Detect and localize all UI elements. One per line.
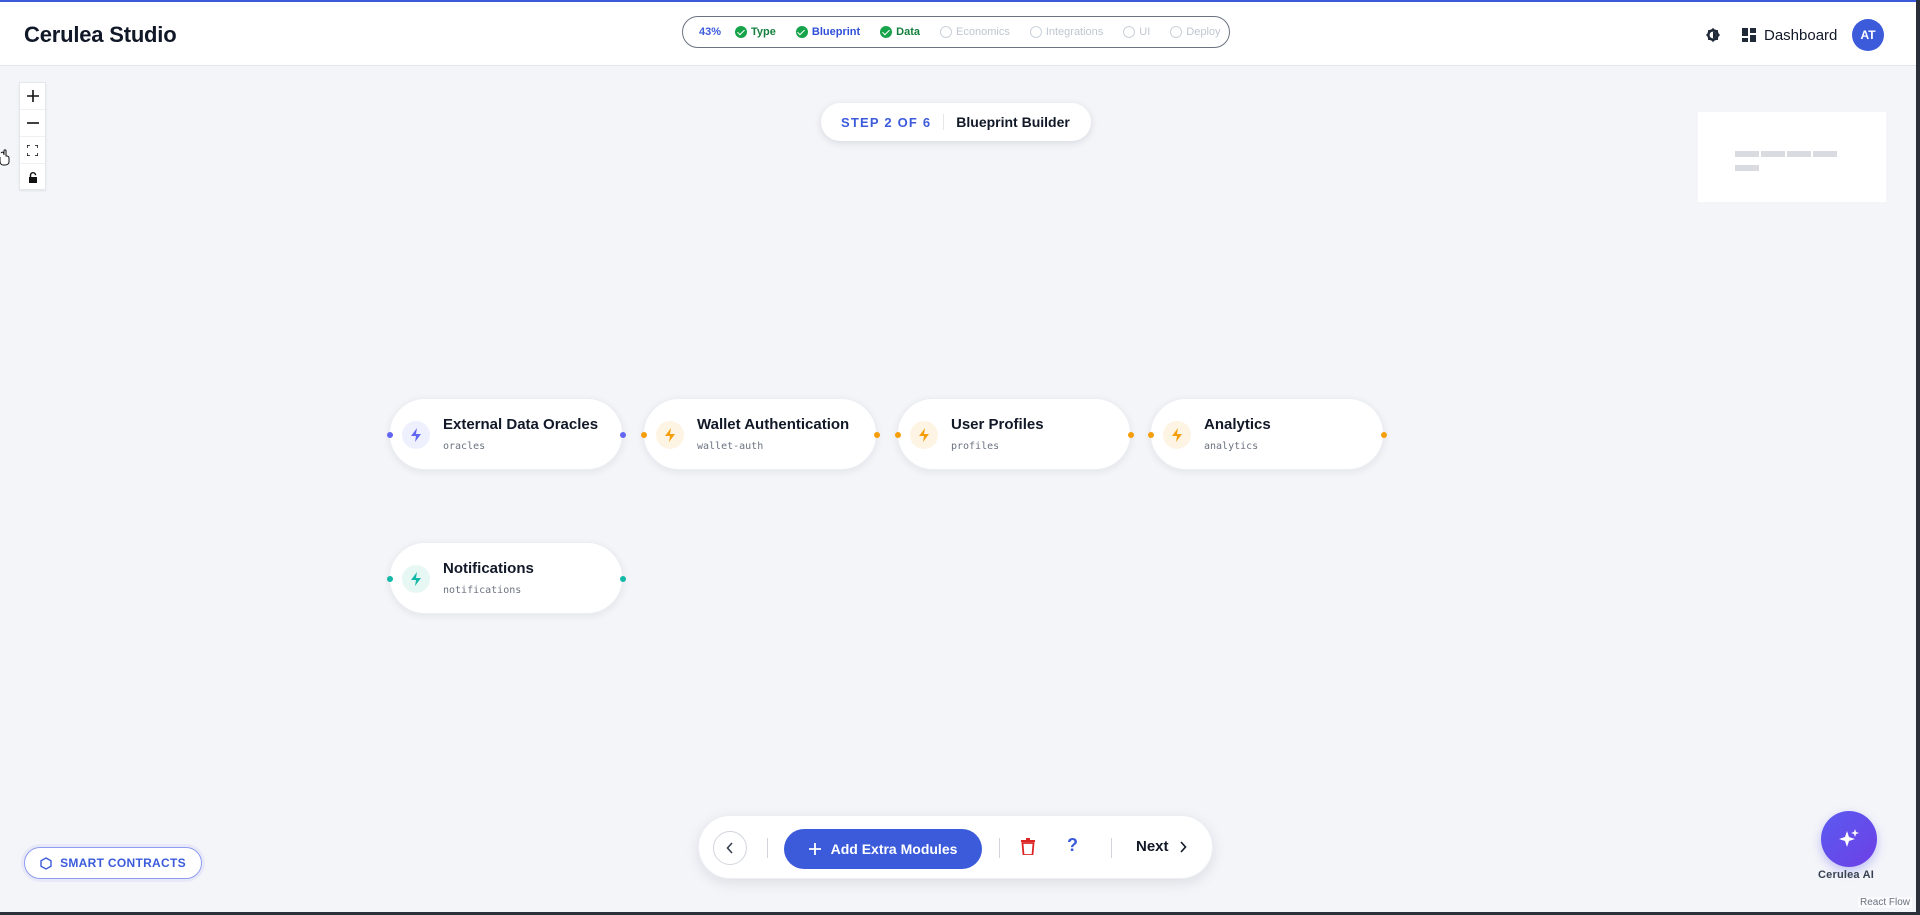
zoom-in-button[interactable]: [20, 83, 45, 110]
ai-assistant-button[interactable]: [1821, 811, 1877, 867]
node-handle-in[interactable]: [387, 576, 393, 582]
smart-contracts-button[interactable]: SMART CONTRACTS: [24, 847, 202, 879]
node-handle-in[interactable]: [387, 432, 393, 438]
app-header: Cerulea Studio 43% Type Blueprint Data E…: [0, 2, 1920, 66]
node-slug: wallet-auth: [697, 441, 764, 452]
node-handle-out[interactable]: [874, 432, 880, 438]
step-economics[interactable]: Economics: [940, 26, 1010, 38]
toolbar-divider: [999, 838, 1000, 858]
circle-icon: [1029, 26, 1042, 38]
plus-icon: [808, 843, 821, 855]
circle-icon: [940, 26, 953, 38]
step-data[interactable]: Data: [880, 26, 920, 38]
add-modules-label: Add Extra Modules: [830, 841, 958, 857]
node-title: Analytics: [1204, 416, 1271, 433]
check-icon: [735, 26, 748, 38]
minimap[interactable]: [1698, 112, 1886, 202]
minimap-node: [1735, 165, 1759, 171]
node-handle-in[interactable]: [641, 432, 647, 438]
bolt-icon: [402, 565, 430, 593]
dashboard-button[interactable]: Dashboard: [1742, 22, 1837, 48]
step-indicator: STEP 2 OF 6: [841, 114, 932, 130]
ai-assistant-label: Cerulea AI: [1818, 869, 1875, 881]
back-button[interactable]: [713, 831, 747, 865]
plus-icon: [26, 90, 39, 102]
bolt-icon: [1163, 421, 1191, 449]
minimap-node: [1735, 151, 1759, 157]
step-deploy[interactable]: Deploy: [1170, 26, 1221, 38]
node-handle-out[interactable]: [1381, 432, 1387, 438]
node-title: Wallet Authentication: [697, 416, 850, 433]
node-slug: analytics: [1204, 441, 1259, 452]
module-node-analytics[interactable]: Analytics analytics: [1148, 398, 1387, 470]
next-label: Next: [1136, 838, 1169, 855]
check-icon: [880, 26, 893, 38]
dashboard-icon: [1742, 28, 1756, 42]
chevron-left-icon: [726, 842, 733, 854]
module-node-profiles[interactable]: User Profiles profiles: [895, 398, 1134, 470]
node-slug: profiles: [951, 441, 1000, 452]
zoom-out-button[interactable]: [20, 110, 45, 137]
window-border-right: [1916, 0, 1920, 915]
node-title: User Profiles: [951, 416, 1044, 433]
node-slug: notifications: [443, 585, 522, 596]
step-header: STEP 2 OF 6 Blueprint Builder: [821, 103, 1091, 141]
toolbar-divider: [767, 838, 768, 858]
sparkles-icon: [1839, 829, 1859, 847]
bolt-icon: [910, 421, 938, 449]
node-handle-in[interactable]: [1148, 432, 1154, 438]
circle-icon: [1123, 26, 1136, 38]
minimap-node: [1787, 151, 1811, 157]
avatar[interactable]: AT: [1852, 19, 1884, 51]
next-button[interactable]: Next: [1136, 838, 1187, 855]
minimap-node: [1761, 151, 1785, 157]
circle-icon: [1170, 26, 1183, 38]
toolbar-divider: [1111, 838, 1112, 858]
minus-icon: [26, 122, 39, 124]
module-node-wallet-auth[interactable]: Wallet Authentication wallet-auth: [641, 398, 880, 470]
node-handle-out[interactable]: [1128, 432, 1134, 438]
check-icon: [795, 26, 808, 38]
step-ui[interactable]: UI: [1123, 26, 1150, 38]
step-type[interactable]: Type: [735, 26, 776, 38]
help-button[interactable]: ?: [1067, 835, 1078, 856]
node-handle-out[interactable]: [620, 576, 626, 582]
bottom-toolbar: Add Extra Modules ? Next: [698, 815, 1213, 879]
fit-view-icon: [27, 144, 38, 156]
flow-controls: [19, 82, 46, 190]
module-node-oracles[interactable]: External Data Oracles oracles: [387, 398, 626, 470]
brand-title: Cerulea Studio: [24, 22, 177, 47]
step-title: Blueprint Builder: [956, 114, 1070, 130]
node-title: External Data Oracles: [443, 416, 599, 433]
react-flow-attribution[interactable]: React Flow: [1858, 897, 1913, 908]
bolt-icon: [656, 421, 684, 449]
theme-toggle-icon[interactable]: [1704, 26, 1722, 44]
node-slug: oracles: [443, 441, 486, 452]
add-extra-modules-button[interactable]: Add Extra Modules: [784, 829, 982, 869]
lock-button[interactable]: [20, 164, 45, 191]
step-divider: [943, 114, 945, 130]
smart-contracts-label: SMART CONTRACTS: [60, 856, 186, 870]
progress-stepper: 43% Type Blueprint Data Economics Integr…: [682, 16, 1230, 48]
minimap-node: [1813, 151, 1837, 157]
step-integrations[interactable]: Integrations: [1029, 26, 1103, 38]
node-title: Notifications: [443, 560, 534, 577]
bolt-icon: [402, 421, 430, 449]
node-handle-in[interactable]: [895, 432, 901, 438]
chevron-right-icon: [1179, 840, 1187, 853]
fit-view-button[interactable]: [20, 137, 45, 164]
node-handle-out[interactable]: [620, 432, 626, 438]
dashboard-label: Dashboard: [1764, 26, 1838, 44]
trash-icon[interactable]: [1021, 838, 1035, 855]
lock-icon: [28, 172, 37, 183]
step-blueprint[interactable]: Blueprint: [795, 26, 860, 38]
hand-cursor-icon: [0, 149, 10, 166]
hexagon-icon: [40, 856, 52, 870]
module-node-notifications[interactable]: Notifications notifications: [387, 542, 626, 614]
progress-percent: 43%: [699, 26, 722, 38]
